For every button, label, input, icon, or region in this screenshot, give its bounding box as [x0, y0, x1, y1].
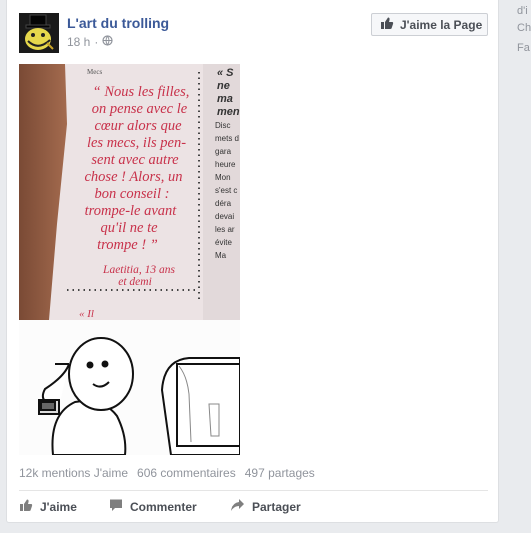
attribution-line1: Laetitia, 13 ans: [102, 264, 175, 276]
sidebar-text-1: d'i: [517, 5, 528, 17]
post-meta: 18 h ·: [67, 35, 113, 49]
right-column-line: devai: [215, 212, 234, 221]
post-stats: 12k mentions J'aime 606 commentaires 497…: [19, 466, 315, 480]
magazine-meme-image: Mecs “ Nous les filles,on pense avec lec…: [19, 64, 240, 455]
sidebar-text-2: Ch: [517, 22, 531, 34]
post-actions: J'aime Commenter Partager: [19, 498, 301, 515]
share-arrow-icon: [230, 498, 245, 515]
right-column-line: évite: [215, 238, 232, 247]
like-page-label: J'aime la Page: [400, 17, 483, 32]
like-page-button[interactable]: J'aime la Page: [371, 13, 488, 36]
likes-count[interactable]: 12k mentions J'aime: [19, 466, 128, 480]
quote-line: qu'il ne te: [100, 220, 158, 236]
shares-count[interactable]: 497 partages: [245, 466, 315, 480]
meta-separator: ·: [94, 35, 99, 49]
right-column-line: ne: [217, 80, 230, 92]
right-column-line: men: [217, 106, 240, 118]
thumbs-up-icon: [19, 498, 33, 515]
quote-line: sent avec autre: [91, 152, 179, 168]
right-column-line: « S: [217, 67, 234, 79]
share-button[interactable]: Partager: [230, 498, 301, 515]
quote-line: bon conseil :: [95, 186, 170, 202]
actions-divider: [19, 490, 488, 491]
comment-button[interactable]: Commenter: [109, 498, 230, 515]
quote-line: chose ! Alors, un: [84, 169, 182, 185]
right-column-line: s'est c: [215, 186, 237, 195]
right-column-line: mets d: [215, 134, 239, 143]
post-card: L'art du trolling 18 h · J'aime la Page: [6, 0, 499, 523]
quote-line: “ Nous les filles,: [93, 84, 190, 100]
right-column-line: Ma: [215, 251, 227, 260]
quote-line: trompe ! ”: [97, 237, 158, 253]
page-avatar[interactable]: [19, 13, 59, 53]
comments-count[interactable]: 606 commentaires: [137, 466, 236, 480]
quote-line: on pense avec le: [92, 101, 188, 117]
share-label: Partager: [252, 499, 301, 514]
right-column-line: heure: [215, 160, 236, 169]
thumbs-up-icon: [380, 16, 394, 33]
quote-line: les mecs, ils pen-: [87, 135, 186, 151]
page-name-link[interactable]: L'art du trolling: [67, 15, 169, 31]
right-column-line: déra: [215, 199, 232, 208]
bottom-quote-start: « Il: [79, 308, 94, 320]
right-column-line: Disc: [215, 121, 231, 130]
troll-face-avatar-icon: [19, 13, 59, 53]
right-column-line: ma: [217, 93, 233, 105]
like-button[interactable]: J'aime: [19, 498, 107, 515]
attribution-line2: et demi: [118, 276, 152, 288]
right-column-line: Mon: [215, 173, 231, 182]
quote-line: cœur alors que: [95, 118, 183, 134]
sidebar-text-3: Fa: [517, 42, 530, 54]
globe-icon[interactable]: [102, 35, 113, 49]
comment-bubble-icon: [109, 498, 123, 515]
like-label: J'aime: [40, 499, 77, 514]
right-column-line: les ar: [215, 225, 235, 234]
right-column-line: gara: [215, 147, 232, 156]
post-timestamp[interactable]: 18 h: [67, 35, 90, 49]
quote-line: trompe-le avant: [85, 203, 178, 219]
magazine-header: Mecs: [87, 68, 102, 76]
post-photo[interactable]: Mecs “ Nous les filles, on pense avec le c…: [19, 64, 240, 455]
comment-label: Commenter: [130, 499, 197, 514]
